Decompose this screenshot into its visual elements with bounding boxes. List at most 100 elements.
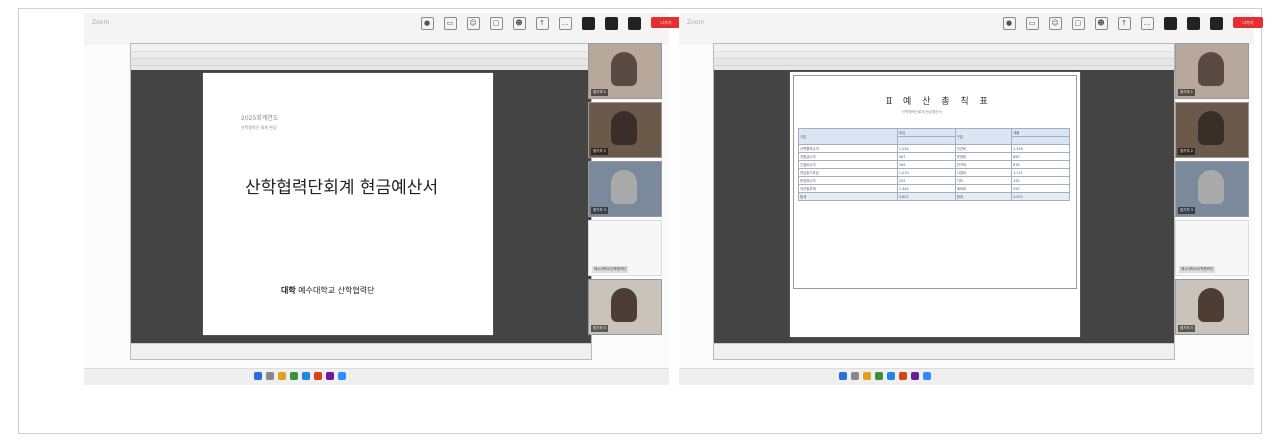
slide-title: 산학협력단회계 현금예산서 (245, 178, 439, 198)
folder-icon[interactable] (278, 372, 286, 380)
ribbon-row[interactable] (714, 59, 1174, 66)
participant-tile[interactable]: 참가자 2 (1175, 102, 1249, 158)
window-title: Zoom (687, 19, 705, 26)
search-icon[interactable] (851, 372, 859, 380)
participant-avatar (1198, 288, 1224, 322)
share-icon: ↑ (535, 17, 549, 30)
office-icon[interactable] (899, 372, 907, 380)
react-button[interactable]: ☻ (511, 17, 527, 30)
right-screenshot: Zoom ● ▭ ☺ ▢ ☻ ↑ … 나가기 Ⅱ 예 산 총 칙 표 산학협력단… (679, 13, 1263, 385)
participant-tile[interactable]: 예수대학교산학협력단 (1175, 220, 1249, 276)
document-canvas: Ⅱ 예 산 총 칙 표 산학협력단회계 현금예산서 구분 세입 구분 세출 산학… (714, 70, 1174, 343)
host-button[interactable] (626, 17, 642, 30)
apps-icon (1186, 17, 1200, 30)
table-row: 간접비수익 345 연구비 678 (798, 160, 1070, 169)
camera-icon: ▭ (443, 17, 457, 30)
table-row: 운영외수익 222 기타 333 (798, 176, 1070, 185)
participant-avatar (611, 52, 637, 86)
browser-icon[interactable] (887, 372, 895, 380)
window-title: Zoom (92, 19, 110, 26)
apps-button[interactable] (1185, 17, 1201, 30)
more-icon: … (558, 17, 572, 30)
share-button[interactable]: ↑ (534, 17, 550, 30)
leave-button[interactable]: 나가기 (651, 17, 681, 28)
table-row: 지원금수익 567 운영비 890 (798, 152, 1070, 161)
record-icon (1163, 17, 1177, 30)
camera-icon: ▭ (1025, 17, 1039, 30)
app-icon[interactable] (290, 372, 298, 380)
participant-tile[interactable]: 참가자 3 (1175, 161, 1249, 217)
participant-avatar (1198, 52, 1224, 86)
slide-footer: 예수대학교 산학협력단 (298, 286, 375, 295)
table-header-row: 구분 세입 구분 세출 (798, 128, 1070, 145)
slide-year: 2025회계연도 (241, 115, 279, 122)
mic-icon: ● (1002, 17, 1016, 30)
react-button[interactable]: ☻ (1093, 17, 1109, 30)
browser-icon[interactable] (302, 372, 310, 380)
ribbon-row[interactable] (131, 52, 591, 59)
mic-icon: ● (420, 17, 434, 30)
university-logo: 대학 예수대학교 산학협력단 (281, 285, 374, 296)
app-icon[interactable] (326, 372, 334, 380)
participant-tile[interactable]: 참가자 1 (1175, 43, 1249, 99)
participant-tile[interactable]: 참가자 3 (588, 161, 662, 217)
slide-canvas: 2025회계연도 산학협력단 회계 편성 산학협력단회계 현금예산서 대학 예수… (131, 70, 591, 343)
more-button[interactable]: … (1139, 17, 1155, 30)
record-button[interactable] (1162, 17, 1178, 30)
meeting-toolbar: Zoom ● ▭ ☺ ▢ ☻ ↑ … 나가기 (84, 13, 681, 45)
table-row: 산학협력수익 1,234 인건비 2,345 (798, 144, 1070, 153)
search-icon[interactable] (266, 372, 274, 380)
document-page: Ⅱ 예 산 총 칙 표 산학협력단회계 현금예산서 구분 세입 구분 세출 산학… (790, 72, 1080, 337)
participant-tile[interactable]: 참가자 5 (1175, 279, 1249, 335)
video-panel: 참가자 1 참가자 2 참가자 3 예수대학교산학협력단 참가자 5 (1175, 43, 1250, 338)
meeting-toolbar: Zoom ● ▭ ☺ ▢ ☻ ↑ … 나가기 (679, 13, 1263, 45)
mic-button[interactable]: ● (1001, 17, 1017, 30)
smile-icon: ☻ (512, 17, 526, 30)
slide-subtitle: 산학협력단 회계 편성 (241, 125, 277, 130)
zoom-icon[interactable] (338, 372, 346, 380)
share-button[interactable]: ↑ (1116, 17, 1132, 30)
taskbar (84, 368, 669, 385)
budget-table: 구분 세입 구분 세출 산학협력수익 1,234 인건비 2,345 지원금수익 567… (798, 128, 1070, 201)
host-button[interactable] (1208, 17, 1224, 30)
office-icon[interactable] (314, 372, 322, 380)
start-icon[interactable] (254, 372, 262, 380)
video-button[interactable]: ▭ (442, 17, 458, 30)
smile-icon: ☻ (1094, 17, 1108, 30)
table-row: 자산및부채 1,444 예비비 555 (798, 184, 1070, 193)
ribbon-row[interactable] (714, 52, 1174, 59)
header-cell: 구분 (798, 128, 898, 145)
apps-icon (604, 17, 618, 30)
people-icon: ☺ (466, 17, 480, 30)
video-button[interactable]: ▭ (1024, 17, 1040, 30)
chat-button[interactable]: ▢ (1070, 17, 1086, 30)
leave-button[interactable]: 나가기 (1233, 17, 1263, 28)
participant-tile[interactable]: 예수대학교산학협력단 (588, 220, 662, 276)
more-button[interactable]: … (557, 17, 573, 30)
record-button[interactable] (580, 17, 596, 30)
header-cell: 세입 (896, 128, 956, 137)
start-icon[interactable] (839, 372, 847, 380)
table-total-row: 합계 4,822 합계 5,922 (798, 192, 1070, 201)
folder-icon[interactable] (863, 372, 871, 380)
presentation-window: 2025회계연도 산학협력단 회계 편성 산학협력단회계 현금예산서 대학 예수… (130, 43, 592, 360)
participant-tile[interactable]: 참가자 5 (588, 279, 662, 335)
header-cell: 세출 (1011, 128, 1070, 137)
document-frame: Zoom ● ▭ ☺ ▢ ☻ ↑ … 나가기 2025회계연도 산학협력단 회계… (18, 8, 1263, 434)
participants-button[interactable]: ☺ (1047, 17, 1063, 30)
participant-avatar (611, 288, 637, 322)
participants-button[interactable]: ☺ (465, 17, 481, 30)
participant-tile[interactable]: 참가자 1 (588, 43, 662, 99)
participant-tile[interactable]: 참가자 2 (588, 102, 662, 158)
menu-bar[interactable] (714, 44, 1174, 52)
chat-icon: ▢ (1071, 17, 1085, 30)
app-icon[interactable] (875, 372, 883, 380)
zoom-icon[interactable] (923, 372, 931, 380)
chat-icon: ▢ (489, 17, 503, 30)
apps-button[interactable] (603, 17, 619, 30)
chat-button[interactable]: ▢ (488, 17, 504, 30)
menu-bar[interactable] (131, 44, 591, 52)
ribbon-row[interactable] (131, 59, 591, 66)
mic-button[interactable]: ● (419, 17, 435, 32)
app-icon[interactable] (911, 372, 919, 380)
